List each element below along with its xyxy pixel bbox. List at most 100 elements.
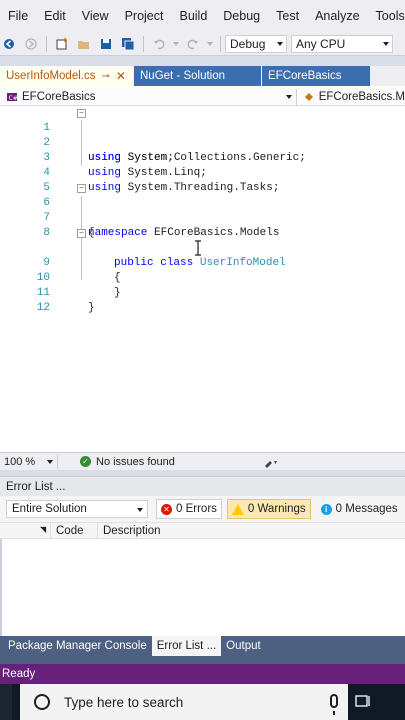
standard-toolbar: Debug Any CPU — [0, 32, 405, 56]
brush-icon[interactable] — [263, 456, 279, 468]
project-dropdown[interactable]: C# EFCoreBasics — [0, 88, 297, 105]
tab-label: UserInfoModel.cs — [6, 70, 96, 82]
open-file-icon[interactable] — [75, 35, 93, 53]
column-divider[interactable] — [97, 523, 98, 539]
new-project-icon[interactable] — [53, 35, 71, 53]
collapse-icon[interactable]: − — [77, 229, 86, 238]
menu-test[interactable]: Test — [268, 0, 307, 32]
task-view-icon[interactable] — [348, 684, 378, 720]
menu-build[interactable]: Build — [171, 0, 215, 32]
toolbar-separator — [220, 35, 221, 52]
tab-label: NuGet - Solution — [140, 70, 226, 82]
code-line: 5 — [0, 166, 405, 194]
platform-dropdown[interactable]: Any CPU — [291, 34, 393, 53]
editor-status-strip: 100 % ✓ No issues found — [0, 452, 405, 470]
type-name: EFCoreBasics.M — [318, 90, 405, 103]
code-line: 6 − namespace EFCoreBasics.Models — [0, 181, 405, 239]
undo-dropdown-icon[interactable] — [172, 35, 180, 53]
chevron-down-icon — [285, 94, 292, 99]
error-list-filters: Entire Solution ✕ 0 Errors 0 Warnings i … — [0, 496, 405, 522]
errors-count: 0 Errors — [176, 503, 217, 515]
navigation-bar: C# EFCoreBasics EFCoreBasics.M — [0, 88, 405, 106]
collapse-icon[interactable]: − — [77, 184, 86, 193]
zoom-level: 100 % — [4, 455, 36, 468]
menu-project[interactable]: Project — [117, 0, 172, 32]
chevron-down-icon — [383, 41, 389, 46]
menu-file[interactable]: File — [0, 0, 36, 32]
navigate-back-icon[interactable] — [0, 35, 18, 53]
redo-icon[interactable] — [184, 35, 202, 53]
error-list-body — [0, 539, 405, 636]
code-line: 9 { — [0, 241, 405, 284]
code-line: 10 } — [0, 256, 405, 299]
text-cursor-icon — [195, 240, 201, 256]
tab-output[interactable]: Output — [221, 636, 266, 656]
tab-error-list[interactable]: Error List ... — [151, 636, 222, 656]
start-button[interactable] — [0, 684, 12, 720]
tab-label: EFCoreBasics — [268, 70, 342, 82]
menu-bar: File Edit View Project Build Debug Test … — [0, 0, 405, 32]
status-text: Ready — [2, 668, 36, 680]
menu-analyze[interactable]: Analyze — [307, 0, 367, 32]
scope-value: Entire Solution — [12, 503, 87, 515]
menu-edit[interactable]: Edit — [36, 0, 74, 32]
type-dropdown[interactable]: EFCoreBasics.M — [297, 91, 405, 103]
menu-tools[interactable]: Tools — [368, 0, 405, 32]
tab-userinfomodel[interactable]: UserInfoModel.cs ⊸ ✕ — [0, 66, 133, 86]
project-name: EFCoreBasics — [22, 90, 96, 103]
warnings-filter-button[interactable]: 0 Warnings — [226, 499, 311, 519]
save-icon[interactable] — [97, 35, 115, 53]
code-editor[interactable]: 1 − using System; 2 using System.Collect… — [0, 106, 405, 452]
line-number: 12 — [36, 302, 50, 314]
search-icon — [34, 694, 50, 710]
menu-view[interactable]: View — [74, 0, 117, 32]
microphone-icon[interactable] — [330, 694, 338, 715]
tab-nuget-solution[interactable]: NuGet - Solution — [134, 66, 261, 86]
messages-filter-button[interactable]: i 0 Messages — [316, 499, 403, 519]
chevron-down-icon — [47, 459, 53, 464]
pin-icon[interactable]: ⊸ — [101, 71, 109, 82]
zoom-dropdown[interactable]: 100 % — [0, 454, 58, 469]
platform-value: Any CPU — [296, 36, 346, 51]
taskbar-search[interactable]: Type here to search — [20, 684, 348, 720]
redo-dropdown-icon[interactable] — [206, 35, 214, 53]
error-icon: ✕ — [161, 503, 172, 515]
tab-efcorebasics[interactable]: EFCoreBasics — [262, 66, 370, 86]
code-line: 7 { — [0, 196, 405, 239]
code-line: 2 using System.Collections.Generic; — [0, 121, 405, 164]
class-icon — [304, 92, 313, 101]
column-description[interactable]: Description — [103, 525, 161, 537]
tab-strip-bottom — [0, 656, 405, 664]
column-code[interactable]: Code — [56, 525, 84, 537]
configuration-dropdown[interactable]: Debug — [225, 34, 287, 53]
configuration-value: Debug — [230, 36, 266, 51]
chevron-down-icon — [277, 41, 283, 46]
tool-window-tabs: Package Manager Console Error List ... O… — [0, 636, 405, 656]
code-line: 8 — [0, 211, 405, 239]
code-line: 1 − using System; — [0, 106, 405, 164]
close-icon[interactable]: ✕ — [116, 69, 126, 83]
warnings-count: 0 Warnings — [247, 503, 306, 515]
brace: } — [88, 302, 95, 314]
navigate-forward-icon[interactable] — [22, 35, 40, 53]
collapse-icon[interactable]: − — [77, 109, 86, 118]
error-list-header: ◥ Code Description — [0, 522, 405, 539]
tab-package-manager-console[interactable]: Package Manager Console — [0, 636, 152, 656]
messages-count: 0 Messages — [335, 503, 398, 515]
warning-icon — [231, 503, 244, 515]
check-icon: ✓ — [80, 456, 91, 467]
chevron-down-icon — [137, 508, 143, 512]
code-line: − public class UserInfoModel — [0, 226, 405, 269]
save-all-icon[interactable] — [119, 35, 137, 53]
menu-debug[interactable]: Debug — [215, 0, 268, 32]
sort-icon[interactable]: ◥ — [40, 525, 46, 534]
code-line: 3 using System.Linq; — [0, 136, 405, 179]
issues-indicator[interactable]: ✓ No issues found — [80, 456, 175, 468]
code-line: 4 using System.Threading.Tasks; — [0, 151, 405, 194]
undo-icon[interactable] — [150, 35, 168, 53]
code-line: 11 } — [0, 271, 405, 314]
status-bar: Ready — [0, 664, 405, 684]
column-divider[interactable] — [50, 523, 51, 539]
scope-dropdown[interactable]: Entire Solution — [6, 500, 148, 518]
errors-filter-button[interactable]: ✕ 0 Errors — [156, 499, 222, 519]
